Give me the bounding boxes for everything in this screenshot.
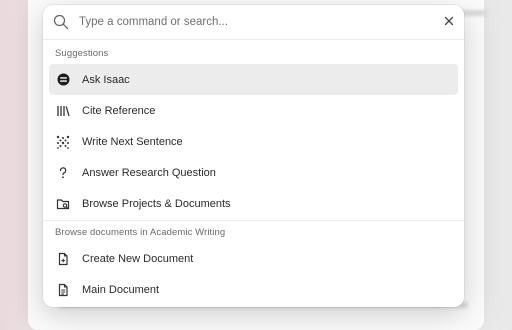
command-item-cite-reference[interactable]: Cite Reference	[49, 95, 458, 126]
command-item-label: Ask Isaac	[82, 73, 130, 86]
section-title-browse-documents: Browse documents in Academic Writing	[55, 227, 226, 238]
command-item-ask-isaac[interactable]: Ask Isaac	[49, 64, 458, 95]
command-item-label: Cite Reference	[82, 104, 156, 117]
command-palette: Suggestions Ask Isaac Cite Reference	[43, 5, 464, 307]
command-item-label: Create New Document	[82, 252, 194, 265]
document-icon	[56, 283, 70, 297]
command-item-write-next-sentence[interactable]: Write Next Sentence	[49, 126, 458, 157]
command-item-label: Answer Research Question	[82, 166, 216, 179]
search-bar	[43, 5, 464, 40]
folder-search-icon	[56, 197, 70, 211]
isaac-icon	[56, 73, 70, 87]
command-item-label: Write Next Sentence	[82, 135, 183, 148]
command-item-label: Browse Projects & Documents	[82, 197, 231, 210]
command-item-main-document[interactable]: Main Document	[49, 274, 458, 305]
command-item-label: Main Document	[82, 283, 160, 296]
library-icon	[56, 104, 70, 118]
section-divider	[43, 220, 464, 221]
question-mark-icon	[56, 166, 70, 180]
section-title-suggestions: Suggestions	[55, 48, 109, 59]
command-item-browse-projects[interactable]: Browse Projects & Documents	[49, 188, 458, 219]
command-search-input[interactable]	[79, 13, 419, 31]
search-icon	[53, 14, 69, 30]
command-item-answer-research-question[interactable]: Answer Research Question	[49, 157, 458, 188]
sparkle-dots-icon	[56, 135, 70, 149]
close-icon[interactable]	[444, 16, 454, 26]
new-document-icon	[56, 252, 70, 266]
command-item-create-new-document[interactable]: Create New Document	[49, 243, 458, 274]
